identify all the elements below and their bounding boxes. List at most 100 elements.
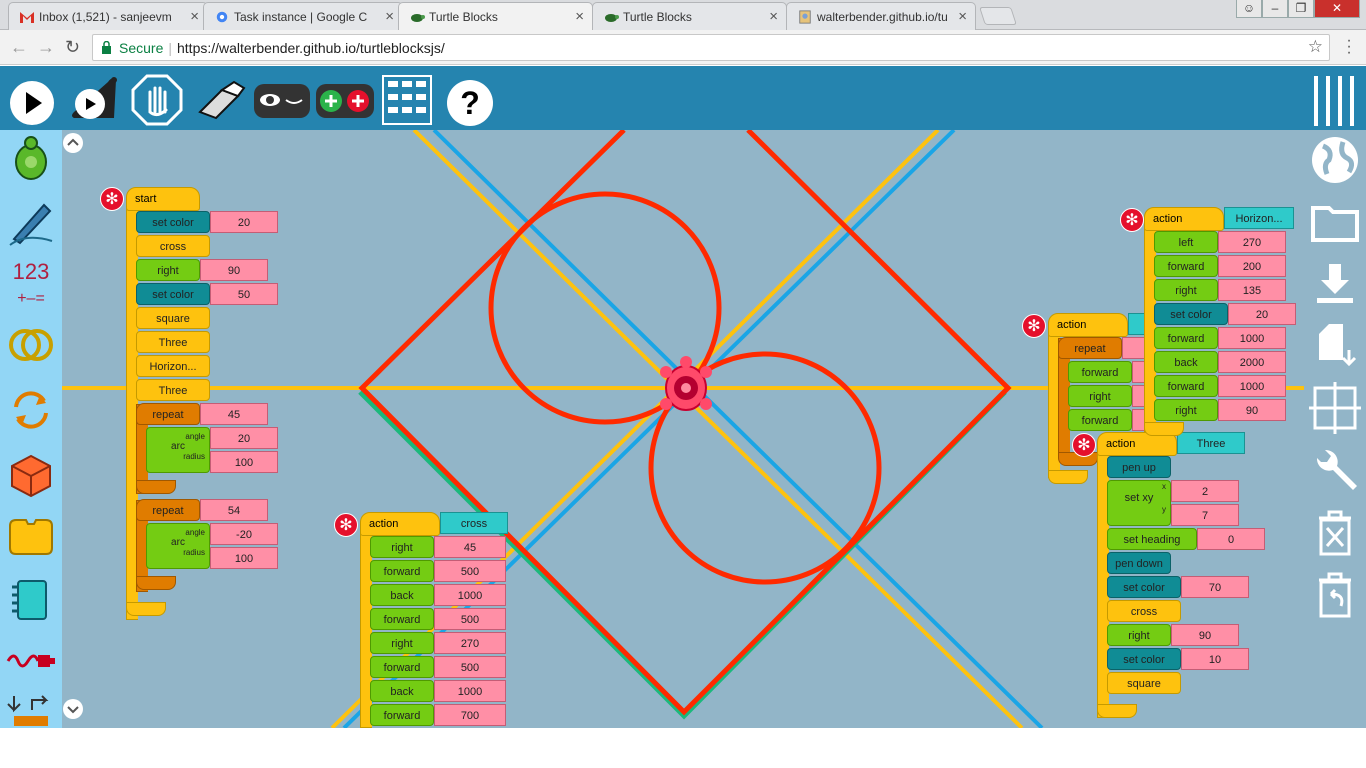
collapse-blocks-icon[interactable] bbox=[314, 72, 376, 126]
number-value[interactable]: 1000 bbox=[434, 680, 506, 702]
set-color-block[interactable]: set color bbox=[1107, 576, 1181, 598]
forward-block[interactable]: forward bbox=[1154, 375, 1218, 397]
flow-palette-icon[interactable] bbox=[6, 385, 56, 435]
forward-block[interactable]: forward bbox=[1068, 409, 1132, 431]
right-block[interactable]: right bbox=[136, 259, 200, 281]
number-value[interactable]: 90 bbox=[200, 259, 268, 281]
number-value[interactable]: 135 bbox=[1218, 279, 1286, 301]
number-value[interactable]: 1000 bbox=[434, 584, 506, 606]
open-folder-icon[interactable] bbox=[1309, 196, 1361, 248]
arc-block[interactable]: angle arc radius bbox=[146, 427, 210, 473]
number-value[interactable]: 54 bbox=[200, 499, 268, 521]
three-action-block[interactable]: Three bbox=[136, 379, 210, 401]
close-icon[interactable]: × bbox=[575, 8, 584, 25]
pen-down-block[interactable]: pen down bbox=[1107, 552, 1171, 574]
set-color-block[interactable]: set color bbox=[1154, 303, 1228, 325]
square-action-block[interactable]: square bbox=[1107, 672, 1181, 694]
new-tab-button[interactable] bbox=[979, 7, 1017, 25]
cross-action-block[interactable]: cross bbox=[136, 235, 210, 257]
scroll-down-icon[interactable] bbox=[62, 698, 84, 720]
number-value[interactable]: 2 bbox=[1171, 480, 1239, 502]
start-block[interactable]: start bbox=[126, 187, 200, 211]
window-close-button[interactable]: ✕ bbox=[1314, 0, 1360, 18]
repeat-block[interactable]: repeat bbox=[136, 499, 200, 521]
main-menu-bars-icon[interactable] bbox=[1308, 72, 1360, 126]
number-value[interactable]: 2000 bbox=[1218, 351, 1286, 373]
delete-stack-icon[interactable]: ✻ bbox=[1022, 314, 1046, 338]
eraser-icon[interactable] bbox=[194, 72, 246, 126]
back-block[interactable]: back bbox=[370, 680, 434, 702]
forward-block[interactable]: forward bbox=[370, 656, 434, 678]
back-block[interactable]: back bbox=[370, 584, 434, 606]
action-block[interactable]: action bbox=[1048, 313, 1128, 337]
number-value[interactable]: 50 bbox=[210, 283, 278, 305]
delete-stack-icon[interactable]: ✻ bbox=[100, 187, 124, 211]
address-bar[interactable]: Secure | https://walterbender.github.io/tu… bbox=[92, 34, 1330, 61]
number-value[interactable]: 700 bbox=[434, 704, 506, 726]
repeat-block[interactable]: repeat bbox=[136, 403, 200, 425]
action-name-value[interactable]: Three bbox=[1177, 432, 1245, 454]
action-block[interactable]: action bbox=[1144, 207, 1224, 231]
delete-stack-icon[interactable]: ✻ bbox=[1120, 208, 1144, 232]
number-value[interactable] bbox=[1122, 337, 1146, 359]
right-block[interactable]: right bbox=[1068, 385, 1132, 407]
cross-action-block[interactable]: cross bbox=[1107, 600, 1181, 622]
forward-block[interactable]: forward bbox=[370, 560, 434, 582]
action-block[interactable]: action bbox=[360, 512, 440, 536]
reload-icon[interactable]: ↻ bbox=[65, 37, 80, 58]
forward-block[interactable]: forward bbox=[1154, 255, 1218, 277]
globe-icon[interactable] bbox=[1309, 134, 1361, 186]
maximize-button[interactable]: ❐ bbox=[1288, 0, 1314, 18]
trash-clear-icon[interactable] bbox=[1309, 506, 1361, 558]
number-value[interactable]: 1000 bbox=[1218, 375, 1286, 397]
number-value[interactable]: 200 bbox=[1218, 255, 1286, 277]
left-block[interactable]: left bbox=[1154, 231, 1218, 253]
forward-block[interactable]: forward bbox=[1154, 327, 1218, 349]
action-name-value[interactable]: cross bbox=[440, 512, 508, 534]
three-action-block[interactable]: Three bbox=[136, 331, 210, 353]
number-palette-icon[interactable]: 123 +‒= bbox=[6, 260, 56, 310]
play-icon[interactable] bbox=[6, 72, 58, 126]
restore-trash-icon[interactable] bbox=[1309, 568, 1361, 620]
tab-walterbender[interactable]: walterbender.github.io/tu × bbox=[786, 2, 976, 30]
close-icon[interactable]: × bbox=[385, 8, 394, 25]
set-color-block[interactable]: set color bbox=[136, 283, 210, 305]
number-value[interactable]: 20 bbox=[1228, 303, 1296, 325]
turtle-palette-icon[interactable] bbox=[6, 135, 56, 185]
number-value[interactable]: 1000 bbox=[1218, 327, 1286, 349]
profile-icon[interactable]: ☺ bbox=[1236, 0, 1262, 18]
number-value[interactable]: 45 bbox=[200, 403, 268, 425]
number-value[interactable]: 270 bbox=[434, 632, 506, 654]
set-heading-block[interactable]: set heading bbox=[1107, 528, 1197, 550]
grid-view-icon[interactable] bbox=[380, 72, 434, 126]
square-action-block[interactable]: square bbox=[136, 307, 210, 329]
action-palette-icon[interactable] bbox=[6, 512, 56, 562]
right-block[interactable]: right bbox=[1154, 279, 1218, 301]
number-value[interactable]: 100 bbox=[210, 451, 278, 473]
number-value[interactable]: 20 bbox=[210, 427, 278, 449]
save-as-icon[interactable] bbox=[1309, 320, 1361, 372]
tab-turtle-blocks[interactable]: Turtle Blocks × bbox=[592, 2, 787, 30]
save-download-icon[interactable] bbox=[1309, 258, 1361, 310]
number-value[interactable]: 70 bbox=[1181, 576, 1249, 598]
forward-block[interactable]: forward bbox=[370, 608, 434, 630]
minimize-button[interactable]: – bbox=[1262, 0, 1288, 18]
right-block[interactable]: right bbox=[1154, 399, 1218, 421]
forward-block[interactable]: forward bbox=[370, 704, 434, 726]
tab-task-instance[interactable]: Task instance | Google C × bbox=[203, 2, 403, 30]
right-block[interactable]: right bbox=[370, 536, 434, 558]
help-icon[interactable]: ? bbox=[444, 72, 496, 126]
number-value[interactable]: 20 bbox=[210, 211, 278, 233]
number-value[interactable]: 500 bbox=[434, 560, 506, 582]
pen-up-block[interactable]: pen up bbox=[1107, 456, 1171, 478]
forward-arrow-icon[interactable]: → bbox=[37, 37, 55, 58]
stop-hand-icon[interactable] bbox=[130, 72, 184, 126]
close-icon[interactable]: × bbox=[958, 8, 967, 25]
close-icon[interactable]: × bbox=[769, 8, 778, 25]
tab-turtle-blocks-active[interactable]: Turtle Blocks × bbox=[398, 2, 593, 30]
number-value[interactable]: 100 bbox=[210, 547, 278, 569]
slow-run-snail-icon[interactable] bbox=[66, 72, 122, 126]
forward-block[interactable]: forward bbox=[1068, 361, 1132, 383]
media-palette-icon[interactable] bbox=[6, 575, 56, 625]
number-value[interactable]: -20 bbox=[210, 523, 278, 545]
